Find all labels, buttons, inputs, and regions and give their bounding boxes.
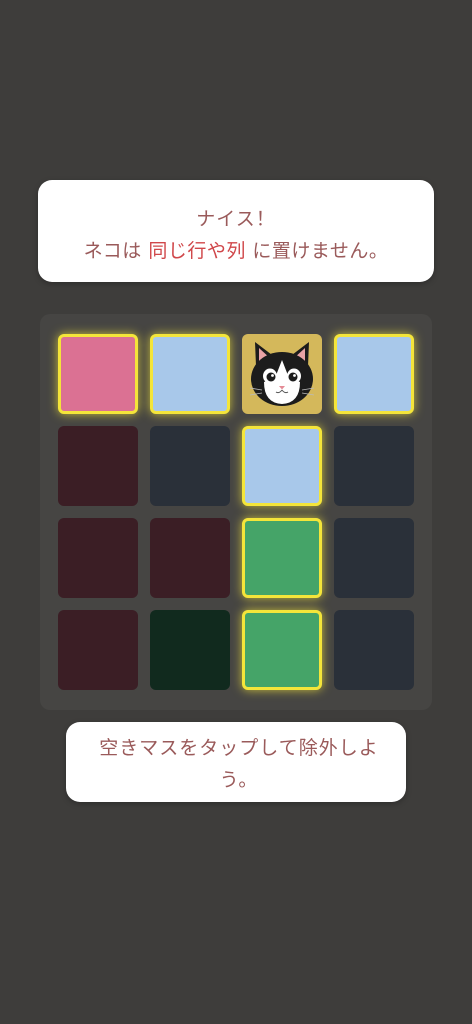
board-cell-r4-c2[interactable] xyxy=(150,610,230,690)
board-cell-r1-c1[interactable] xyxy=(58,334,138,414)
board-cell-r2-c4[interactable] xyxy=(334,426,414,506)
board-cell-r4-c3[interactable] xyxy=(242,610,322,690)
board-cell-r4-c1[interactable] xyxy=(58,610,138,690)
board-cell-r2-c1[interactable] xyxy=(58,426,138,506)
hint-emphasis: 同じ行や列 xyxy=(148,240,246,262)
hint-prefix: ネコは xyxy=(83,240,149,262)
board-cell-r3-c2[interactable] xyxy=(150,518,230,598)
board-cell-r1-c3[interactable] xyxy=(242,334,322,414)
board-cell-r3-c4[interactable] xyxy=(334,518,414,598)
cat-face-icon xyxy=(242,334,322,414)
hint-title: ナイス！ xyxy=(196,208,276,230)
instruction-card: 空きマスをタップして除外しよう。 xyxy=(66,722,406,802)
board-cell-r1-c4[interactable] xyxy=(334,334,414,414)
game-board xyxy=(40,314,432,710)
board-cell-r3-c3[interactable] xyxy=(242,518,322,598)
hint-suffix: に置けません。 xyxy=(245,240,389,262)
board-cell-r2-c2[interactable] xyxy=(150,426,230,506)
board-cell-r4-c4[interactable] xyxy=(334,610,414,690)
instruction-text: 空きマスをタップして除外しよう。 xyxy=(99,737,379,791)
board-cell-r1-c2[interactable] xyxy=(150,334,230,414)
hint-message: ネコは 同じ行や列 に置けません。 xyxy=(38,236,434,263)
board-cell-r2-c3[interactable] xyxy=(242,426,322,506)
hint-card: ナイス！ ネコは 同じ行や列 に置けません。 xyxy=(38,180,434,282)
board-cell-r3-c1[interactable] xyxy=(58,518,138,598)
